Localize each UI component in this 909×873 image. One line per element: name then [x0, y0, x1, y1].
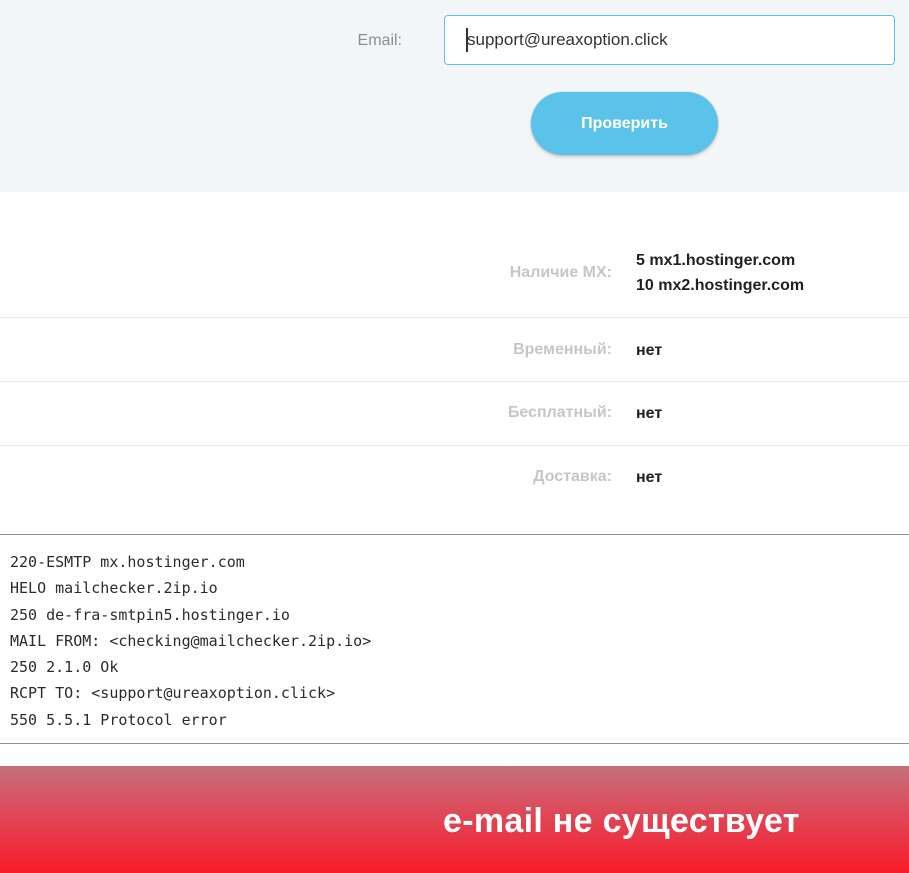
result-row-delivery: Доставка: нет [0, 446, 909, 526]
email-input[interactable] [444, 15, 895, 65]
text-cursor [466, 28, 468, 52]
status-banner: e-mail не существует [0, 766, 909, 873]
temporary-value: нет [636, 342, 663, 359]
delivery-value: нет [636, 469, 663, 486]
log-line: 220-ESMTP mx.hostinger.com [10, 553, 245, 571]
mx-record-1: 5 mx1.hostinger.com [636, 252, 796, 269]
delivery-label: Доставка: [533, 468, 612, 485]
log-line: RCPT TO: <support@ureaxoption.click> [10, 684, 336, 703]
result-row-mx: Наличие MX: 5 mx1.hostinger.com 10 mx2.h… [0, 228, 909, 318]
log-line: 550 5.5.1 Protocol error [10, 710, 227, 729]
log-line: MAIL FROM: <checking@mailchecker.2ip.io> [10, 631, 372, 650]
result-row-free: Бесплатный: нет [0, 382, 909, 446]
status-banner-text: e-mail не существует [443, 802, 800, 840]
temporary-label: Временный: [513, 341, 612, 358]
mx-label: Наличие MX: [509, 264, 612, 281]
result-row-temporary: Временный: нет [0, 318, 909, 382]
smtp-log: 220-ESMTP mx.hostinger.com HELO mailchec… [0, 534, 909, 744]
free-label: Бесплатный: [507, 404, 612, 421]
free-value: нет [636, 405, 663, 422]
mx-record-2: 10 mx2.hostinger.com [636, 277, 805, 294]
check-button[interactable]: Проверить [531, 92, 718, 155]
log-line: 250 de-fra-smtpin5.hostinger.io [10, 605, 290, 624]
log-line: HELO mailchecker.2ip.io [10, 579, 218, 598]
email-label: Email: [357, 32, 402, 49]
email-check-form: Email: Проверить [0, 0, 909, 192]
log-line: 250 2.1.0 Ok [10, 658, 119, 677]
